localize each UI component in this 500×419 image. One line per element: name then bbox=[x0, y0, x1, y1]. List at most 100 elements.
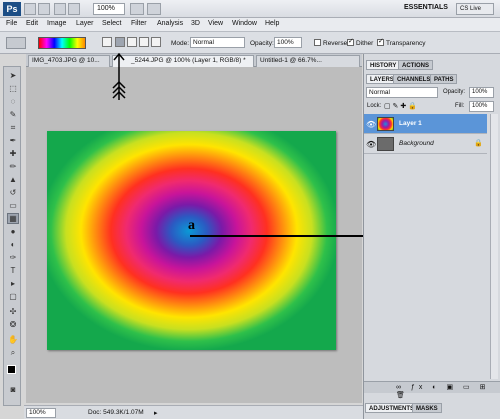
layers-panel-footer: ∞ ƒx ◐ ▣ ▭ ⊞ 🗑 bbox=[364, 381, 500, 399]
3d-orbit-tool-icon[interactable]: ❂ bbox=[8, 320, 18, 329]
pen-tool-icon[interactable]: ✑ bbox=[8, 253, 18, 262]
fill-field[interactable]: 100% bbox=[469, 101, 494, 112]
angle-gradient-button[interactable] bbox=[127, 37, 137, 47]
3d-rotate-tool-icon[interactable]: ✣ bbox=[8, 307, 18, 316]
status-menu-arrow-icon[interactable]: ▸ bbox=[154, 409, 158, 417]
transparency-checkbox[interactable] bbox=[377, 37, 384, 46]
arrange-documents-icon[interactable] bbox=[130, 3, 144, 15]
dither-label: Dither bbox=[356, 40, 374, 47]
document-size-info: Doc: 549.3K/1.07M bbox=[88, 409, 144, 416]
clone-stamp-tool-icon[interactable]: ▲ bbox=[8, 175, 18, 184]
reverse-label: Reverse bbox=[323, 40, 348, 47]
layer-footer-icons[interactable]: ∞ ƒx ◐ ▣ ▭ ⊞ 🗑 bbox=[396, 383, 500, 399]
menu-select[interactable]: Select bbox=[102, 20, 121, 27]
menu-analysis[interactable]: Analysis bbox=[157, 20, 183, 27]
radial-gradient-button[interactable] bbox=[115, 37, 125, 47]
menu-window[interactable]: Window bbox=[232, 20, 257, 27]
annotation-arrow-icon bbox=[112, 52, 126, 100]
tab-paths[interactable]: PATHS bbox=[430, 74, 458, 84]
lock-icons[interactable]: ▢ ✎ ✚ 🔒 bbox=[384, 102, 417, 110]
application-bar: Ps 100% ESSENTIALS CS Live bbox=[0, 0, 500, 18]
eraser-tool-icon[interactable]: ▭ bbox=[8, 201, 18, 210]
document-tabs: IMG_4703.JPG @ 10... _5244.JPG @ 100% (L… bbox=[26, 54, 362, 67]
gradient-preview[interactable] bbox=[38, 37, 86, 49]
menu-3d[interactable]: 3D bbox=[191, 20, 200, 27]
status-zoom-field[interactable]: 100% bbox=[26, 408, 56, 418]
layer-1-name[interactable]: Layer 1 bbox=[399, 120, 422, 127]
menu-layer[interactable]: Layer bbox=[76, 20, 94, 27]
menu-view[interactable]: View bbox=[208, 20, 223, 27]
opacity-label: Opacity: bbox=[250, 40, 274, 47]
tab-actions[interactable]: ACTIONS bbox=[398, 60, 433, 70]
healing-brush-tool-icon[interactable]: ✚ bbox=[8, 149, 18, 158]
options-bar: Mode: Normal Opacity: 100% Reverse Dithe… bbox=[0, 32, 500, 54]
radial-gradient-image[interactable] bbox=[47, 131, 336, 350]
gradient-tool-icon[interactable]: ▦ bbox=[7, 213, 19, 224]
screen-mode-icon[interactable] bbox=[147, 3, 161, 15]
shape-tool-icon[interactable]: ▢ bbox=[8, 292, 18, 301]
opacity-field[interactable]: 100% bbox=[274, 37, 302, 48]
background-layer-name[interactable]: Background bbox=[399, 140, 434, 147]
zoom-level-select[interactable]: 100% bbox=[93, 3, 125, 15]
tab-img-4703[interactable]: IMG_4703.JPG @ 10... bbox=[28, 55, 110, 67]
hand-icon[interactable] bbox=[54, 3, 66, 15]
layer-opacity-label: Opacity: bbox=[443, 89, 466, 95]
blur-tool-icon[interactable]: ● bbox=[8, 227, 18, 236]
mini-bridge-icon[interactable] bbox=[38, 3, 50, 15]
tab-untitled-1[interactable]: Untitled-1 @ 66.7%... bbox=[256, 55, 360, 67]
marquee-tool-icon[interactable]: ⬚ bbox=[8, 84, 18, 93]
reverse-checkbox[interactable] bbox=[314, 39, 321, 46]
zoom-tool-icon[interactable] bbox=[68, 3, 80, 15]
mode-select[interactable]: Normal bbox=[190, 37, 245, 48]
menu-filter[interactable]: Filter bbox=[131, 20, 147, 27]
tab-channels[interactable]: CHANNELS bbox=[393, 74, 435, 84]
workspace-switcher[interactable]: ESSENTIALS bbox=[404, 4, 448, 11]
reflected-gradient-button[interactable] bbox=[139, 37, 149, 47]
blend-mode-select[interactable]: Normal bbox=[366, 87, 438, 98]
layer-opacity-field[interactable]: 100% bbox=[469, 87, 494, 98]
tab-img-5244[interactable]: _5244.JPG @ 100% (Layer 1, RGB/8) * bbox=[112, 55, 254, 67]
linear-gradient-button[interactable] bbox=[102, 37, 112, 47]
tool-preset-picker[interactable] bbox=[6, 37, 26, 49]
mode-label: Mode: bbox=[171, 40, 190, 47]
gradient-drag-line bbox=[190, 235, 367, 237]
brush-tool-icon[interactable]: ✏ bbox=[8, 162, 18, 171]
visibility-eye-icon[interactable]: 👁 bbox=[366, 140, 376, 149]
menu-edit[interactable]: Edit bbox=[26, 20, 38, 27]
right-panel-dock: HISTORY ACTIONS LAYERS CHANNELS PATHS No… bbox=[363, 54, 500, 419]
history-brush-tool-icon[interactable]: ↺ bbox=[8, 188, 18, 197]
tools-panel: ➤ ⬚ ◌ ✎ ⌗ ✒ ✚ ✏ ▲ ↺ ▭ ▦ ● ◐ ✑ T ▸ ▢ ✣ ❂ … bbox=[3, 66, 21, 406]
layer-row-background[interactable]: 👁 Background 🔒 bbox=[364, 134, 487, 154]
zoom-tool-icon[interactable]: ⌕ bbox=[8, 348, 18, 357]
menu-bar: File Edit Image Layer Select Filter Anal… bbox=[0, 18, 500, 32]
quick-mask-icon[interactable]: ◙ bbox=[8, 385, 18, 394]
dither-checkbox[interactable] bbox=[347, 37, 354, 46]
path-selection-tool-icon[interactable]: ▸ bbox=[8, 279, 18, 288]
foreground-color-swatch[interactable] bbox=[7, 365, 16, 374]
hand-tool-icon[interactable]: ✋ bbox=[8, 335, 18, 344]
diamond-gradient-button[interactable] bbox=[151, 37, 161, 47]
status-bar: 100% Doc: 549.3K/1.07M ▸ bbox=[24, 405, 364, 419]
cs-live-button[interactable]: CS Live bbox=[456, 3, 494, 15]
visibility-eye-icon[interactable]: 👁 bbox=[366, 120, 376, 129]
lock-label: Lock: bbox=[367, 103, 382, 109]
dodge-tool-icon[interactable]: ◐ bbox=[8, 240, 18, 249]
layers-scrollbar[interactable] bbox=[490, 114, 498, 379]
layer-row-layer-1[interactable]: 👁 Layer 1 bbox=[364, 114, 487, 134]
type-tool-icon[interactable]: T bbox=[8, 266, 18, 275]
menu-file[interactable]: File bbox=[6, 20, 17, 27]
lasso-tool-icon[interactable]: ◌ bbox=[8, 97, 18, 106]
bridge-icon[interactable] bbox=[24, 3, 36, 15]
crop-tool-icon[interactable]: ⌗ bbox=[8, 123, 18, 132]
tab-masks[interactable]: MASKS bbox=[412, 403, 442, 413]
menu-help[interactable]: Help bbox=[265, 20, 279, 27]
transparency-label: Transparency bbox=[386, 40, 426, 47]
background-thumbnail bbox=[377, 137, 394, 151]
menu-image[interactable]: Image bbox=[47, 20, 66, 27]
tab-history[interactable]: HISTORY bbox=[366, 60, 401, 70]
tab-adjustments[interactable]: ADJUSTMENTS bbox=[365, 403, 419, 413]
eyedropper-tool-icon[interactable]: ✒ bbox=[8, 136, 18, 145]
move-tool-icon[interactable]: ➤ bbox=[8, 71, 18, 80]
fill-label: Fill: bbox=[455, 103, 465, 109]
quick-select-tool-icon[interactable]: ✎ bbox=[8, 110, 18, 119]
